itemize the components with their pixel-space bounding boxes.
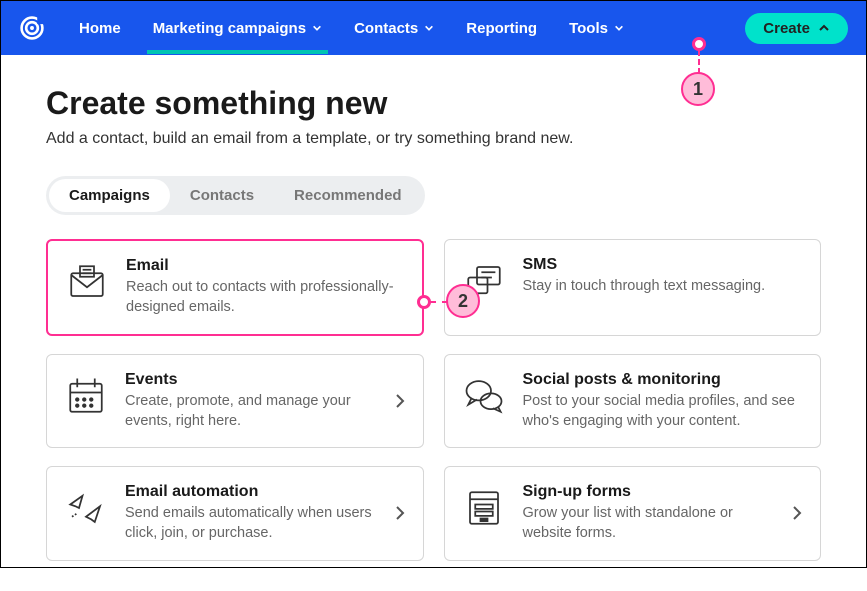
chevron-down-icon xyxy=(312,23,322,33)
card-signup-forms[interactable]: Sign-up forms Grow your list with standa… xyxy=(444,466,822,561)
card-desc: Post to your social media profiles, and … xyxy=(523,391,803,432)
tab-recommended[interactable]: Recommended xyxy=(274,179,422,212)
cards-grid: Email Reach out to contacts with profess… xyxy=(46,239,821,561)
card-title: Events xyxy=(125,371,377,389)
annotation-line xyxy=(698,50,700,74)
chevron-down-icon xyxy=(424,23,434,33)
create-button[interactable]: Create xyxy=(745,13,848,44)
nav-home[interactable]: Home xyxy=(63,4,137,53)
chevron-right-icon xyxy=(395,393,405,409)
logo-icon xyxy=(19,15,45,41)
nav-menu: Home Marketing campaigns Contacts Report… xyxy=(63,4,737,53)
card-desc: Stay in touch through text messaging. xyxy=(523,276,803,296)
tab-label: Contacts xyxy=(190,187,254,204)
card-title: Sign-up forms xyxy=(523,483,775,501)
card-body: Sign-up forms Grow your list with standa… xyxy=(523,483,775,544)
paper-planes-icon xyxy=(65,487,107,529)
create-label: Create xyxy=(763,20,810,37)
email-icon xyxy=(66,261,108,303)
top-navbar: Home Marketing campaigns Contacts Report… xyxy=(1,1,866,55)
card-title: Email automation xyxy=(125,483,377,501)
tabs-row: Campaigns Contacts Recommended xyxy=(46,176,425,215)
card-desc: Reach out to contacts with professionall… xyxy=(126,277,404,318)
card-email-automation[interactable]: Email automation Send emails automatical… xyxy=(46,466,424,561)
card-email[interactable]: Email Reach out to contacts with profess… xyxy=(46,239,424,336)
nav-label: Home xyxy=(79,20,121,37)
annotation-dot xyxy=(417,295,431,309)
chevron-up-icon xyxy=(818,22,830,34)
card-body: SMS Stay in touch through text messaging… xyxy=(523,256,803,296)
tab-campaigns[interactable]: Campaigns xyxy=(49,179,170,212)
chat-bubbles-icon xyxy=(463,375,505,417)
nav-reporting[interactable]: Reporting xyxy=(450,4,553,53)
nav-contacts[interactable]: Contacts xyxy=(338,4,450,53)
card-desc: Create, promote, and manage your events,… xyxy=(125,391,377,432)
chevron-down-icon xyxy=(614,23,624,33)
nav-marketing-campaigns[interactable]: Marketing campaigns xyxy=(137,4,338,53)
card-body: Social posts & monitoring Post to your s… xyxy=(523,371,803,432)
form-icon xyxy=(463,487,505,529)
annotation-marker-1: 1 xyxy=(681,72,715,106)
nav-tools[interactable]: Tools xyxy=(553,4,640,53)
card-desc: Send emails automatically when users cli… xyxy=(125,503,377,544)
tab-label: Campaigns xyxy=(69,187,150,204)
nav-label: Marketing campaigns xyxy=(153,20,306,37)
tab-label: Recommended xyxy=(294,187,402,204)
annotation-marker-2: 2 xyxy=(446,284,480,318)
chevron-right-icon xyxy=(792,505,802,521)
page-subtitle: Add a contact, build an email from a tem… xyxy=(46,130,821,148)
main-content: Create something new Add a contact, buil… xyxy=(1,55,866,591)
card-body: Events Create, promote, and manage your … xyxy=(125,371,377,432)
nav-label: Tools xyxy=(569,20,608,37)
card-title: Email xyxy=(126,257,404,275)
card-events[interactable]: Events Create, promote, and manage your … xyxy=(46,354,424,449)
card-body: Email automation Send emails automatical… xyxy=(125,483,377,544)
card-desc: Grow your list with standalone or websit… xyxy=(523,503,775,544)
card-title: Social posts & monitoring xyxy=(523,371,803,389)
nav-label: Reporting xyxy=(466,20,537,37)
tab-contacts[interactable]: Contacts xyxy=(170,179,274,212)
annotation-dot xyxy=(692,37,706,51)
calendar-icon xyxy=(65,375,107,417)
chevron-right-icon xyxy=(395,505,405,521)
card-social[interactable]: Social posts & monitoring Post to your s… xyxy=(444,354,822,449)
card-title: SMS xyxy=(523,256,803,274)
nav-label: Contacts xyxy=(354,20,418,37)
card-body: Email Reach out to contacts with profess… xyxy=(126,257,404,318)
card-sms[interactable]: SMS Stay in touch through text messaging… xyxy=(444,239,822,336)
